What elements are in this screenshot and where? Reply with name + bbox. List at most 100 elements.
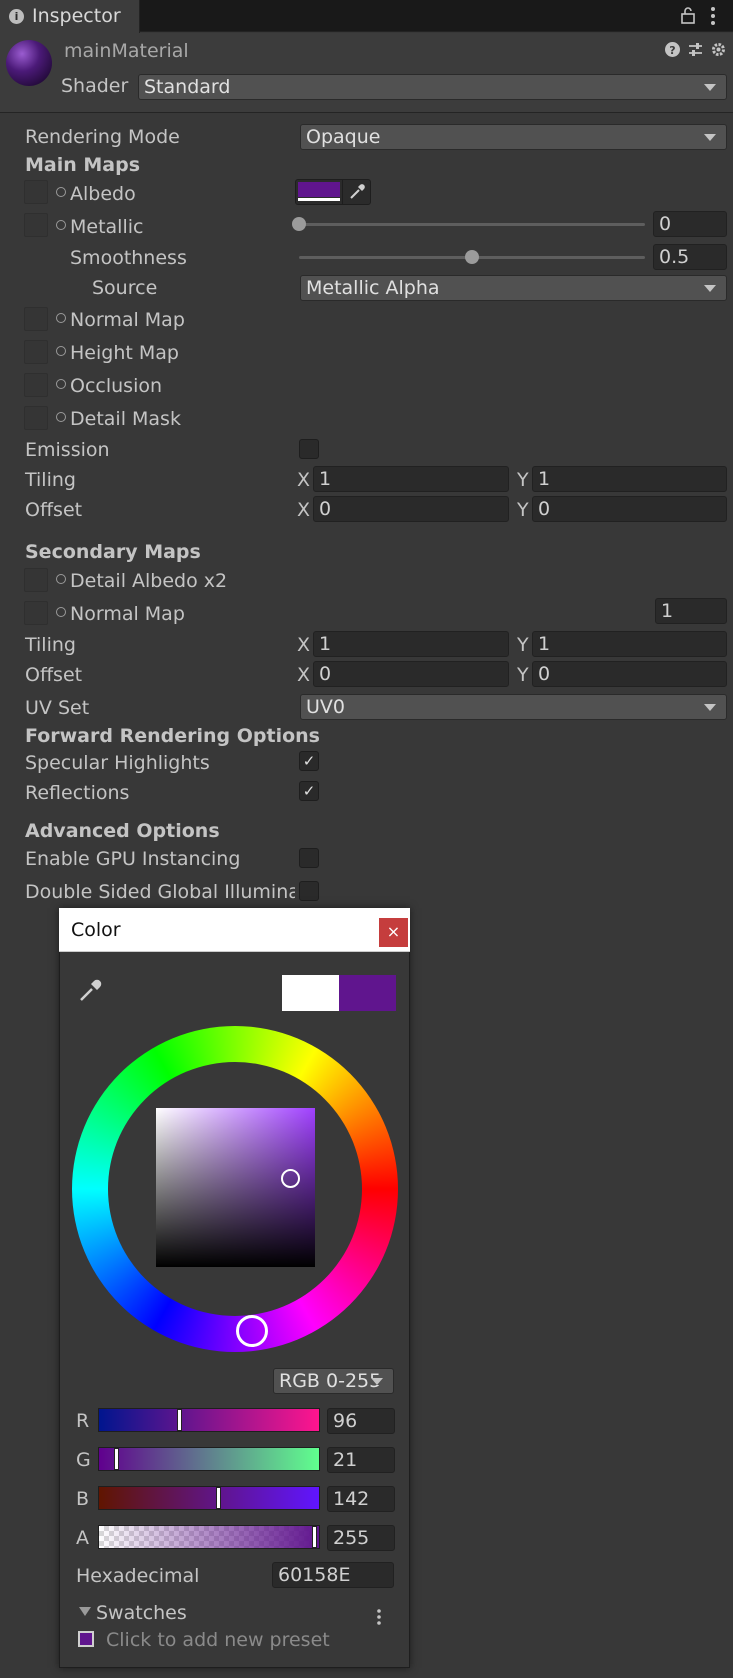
emission-label: Emission bbox=[25, 439, 110, 461]
r-channel-field[interactable]: 96 bbox=[327, 1408, 395, 1434]
shader-dropdown[interactable]: Standard bbox=[138, 74, 727, 100]
g-channel-field[interactable]: 21 bbox=[327, 1447, 395, 1473]
preset-icon[interactable] bbox=[687, 41, 704, 58]
source-label: Source bbox=[92, 277, 158, 299]
secondary-normal-map-texture-slot[interactable] bbox=[24, 601, 48, 625]
hue-cursor[interactable] bbox=[236, 1315, 268, 1347]
close-button[interactable]: × bbox=[379, 918, 408, 947]
help-icon[interactable]: ? bbox=[664, 41, 681, 58]
object-picker-icon[interactable] bbox=[56, 574, 66, 584]
settings-icon[interactable] bbox=[710, 41, 727, 58]
swatches-menu-icon[interactable] bbox=[376, 1608, 382, 1626]
advanced-options-title: Advanced Options bbox=[25, 820, 220, 842]
material-name: mainMaterial bbox=[64, 40, 189, 62]
occlusion-texture-slot[interactable] bbox=[24, 373, 48, 397]
smoothness-label: Smoothness bbox=[70, 247, 187, 269]
metallic-texture-slot[interactable] bbox=[24, 213, 48, 237]
add-preset-hint[interactable]: Click to add new preset bbox=[106, 1629, 330, 1651]
smoothness-value-field[interactable]: 0.5 bbox=[653, 244, 727, 270]
normal-map-texture-slot[interactable] bbox=[24, 307, 48, 331]
reflections-checkbox[interactable]: ✓ bbox=[299, 781, 319, 801]
gpu-instancing-label: Enable GPU Instancing bbox=[25, 848, 241, 870]
occlusion-label: Occlusion bbox=[70, 375, 163, 397]
detail-albedo-label: Detail Albedo x2 bbox=[70, 570, 228, 592]
secondary-normal-scale-field[interactable]: 1 bbox=[655, 598, 727, 624]
object-picker-icon[interactable] bbox=[56, 379, 66, 389]
hexadecimal-field[interactable]: 60158E bbox=[272, 1562, 394, 1588]
g-channel-thumb[interactable] bbox=[114, 1448, 120, 1470]
offset-x-label: X bbox=[297, 499, 311, 521]
object-picker-icon[interactable] bbox=[56, 607, 66, 617]
a-channel-slider[interactable] bbox=[98, 1525, 320, 1549]
normal-map-label: Normal Map bbox=[70, 309, 185, 331]
g-channel-slider[interactable] bbox=[98, 1447, 320, 1471]
emission-checkbox[interactable] bbox=[299, 439, 319, 459]
detail-albedo-texture-slot[interactable] bbox=[24, 568, 48, 592]
albedo-texture-slot[interactable] bbox=[24, 180, 48, 204]
tiling-x-field[interactable]: 1 bbox=[313, 466, 509, 492]
a-channel-thumb[interactable] bbox=[311, 1526, 317, 1548]
eyedropper-icon[interactable] bbox=[348, 183, 366, 201]
object-picker-icon[interactable] bbox=[56, 187, 66, 197]
color-preview-original[interactable] bbox=[339, 975, 396, 1011]
detail-mask-label: Detail Mask bbox=[70, 408, 181, 430]
object-picker-icon[interactable] bbox=[56, 412, 66, 422]
swatches-foldout-icon[interactable] bbox=[79, 1607, 91, 1616]
secondary-tiling-x-field[interactable]: 1 bbox=[313, 631, 509, 657]
shader-label: Shader bbox=[61, 75, 129, 97]
info-icon: i bbox=[9, 9, 24, 24]
color-window-title: Color bbox=[71, 919, 121, 941]
gpu-instancing-checkbox[interactable] bbox=[299, 848, 319, 868]
sv-cursor[interactable] bbox=[281, 1169, 300, 1188]
secondary-offset-y-field[interactable]: 0 bbox=[532, 661, 727, 687]
secondary-normal-map-label: Normal Map bbox=[70, 603, 185, 625]
metallic-value-field[interactable]: 0 bbox=[653, 211, 727, 237]
reflections-label: Reflections bbox=[25, 782, 130, 804]
specular-highlights-checkbox[interactable]: ✓ bbox=[299, 751, 319, 771]
object-picker-icon[interactable] bbox=[56, 346, 66, 356]
r-channel-slider[interactable] bbox=[98, 1408, 320, 1432]
color-mode-dropdown[interactable]: RGB 0-255 bbox=[273, 1368, 394, 1394]
secondary-tiling-y-field[interactable]: 1 bbox=[532, 631, 727, 657]
rendering-mode-dropdown[interactable]: Opaque bbox=[300, 124, 727, 150]
offset-y-label: Y bbox=[517, 499, 529, 521]
secondary-offset-x-label: X bbox=[297, 664, 311, 686]
albedo-color-field[interactable] bbox=[295, 179, 371, 205]
r-channel-thumb[interactable] bbox=[177, 1409, 183, 1431]
albedo-label: Albedo bbox=[70, 183, 136, 205]
chevron-down-icon bbox=[371, 1378, 383, 1385]
b-channel-field[interactable]: 142 bbox=[327, 1486, 395, 1512]
uv-set-label: UV Set bbox=[25, 697, 90, 719]
height-map-label: Height Map bbox=[70, 342, 179, 364]
b-channel-thumb[interactable] bbox=[216, 1487, 222, 1509]
divider bbox=[342, 180, 343, 204]
color-preview-new bbox=[282, 975, 339, 1011]
object-picker-icon[interactable] bbox=[56, 313, 66, 323]
source-dropdown[interactable]: Metallic Alpha bbox=[300, 275, 727, 301]
albedo-alpha-bar bbox=[298, 198, 340, 201]
kebab-menu-icon[interactable] bbox=[708, 6, 718, 26]
smoothness-slider-thumb[interactable] bbox=[465, 250, 479, 264]
lock-icon[interactable] bbox=[680, 6, 696, 24]
chevron-down-icon bbox=[704, 285, 716, 292]
secondary-offset-x-field[interactable]: 0 bbox=[313, 661, 509, 687]
detail-mask-texture-slot[interactable] bbox=[24, 406, 48, 430]
height-map-texture-slot[interactable] bbox=[24, 340, 48, 364]
eyedropper-icon[interactable] bbox=[77, 978, 103, 1004]
double-sided-gi-label: Double Sided Global Illuminatio bbox=[25, 881, 295, 903]
specular-highlights-label: Specular Highlights bbox=[25, 752, 210, 774]
metallic-slider-thumb[interactable] bbox=[292, 217, 306, 231]
offset-y-field[interactable]: 0 bbox=[532, 496, 727, 522]
metallic-slider[interactable] bbox=[299, 223, 645, 226]
double-sided-gi-checkbox[interactable] bbox=[299, 881, 319, 901]
preset-swatch[interactable] bbox=[78, 1631, 94, 1647]
offset-x-field[interactable]: 0 bbox=[313, 496, 509, 522]
a-channel-field[interactable]: 255 bbox=[327, 1525, 395, 1551]
uv-set-dropdown[interactable]: UV0 bbox=[300, 694, 727, 720]
rendering-mode-value: Opaque bbox=[306, 126, 381, 148]
forward-rendering-title: Forward Rendering Options bbox=[25, 725, 320, 747]
b-channel-slider[interactable] bbox=[98, 1486, 320, 1510]
tiling-y-field[interactable]: 1 bbox=[532, 466, 727, 492]
swatches-label[interactable]: Swatches bbox=[96, 1602, 187, 1624]
object-picker-icon[interactable] bbox=[56, 220, 66, 230]
